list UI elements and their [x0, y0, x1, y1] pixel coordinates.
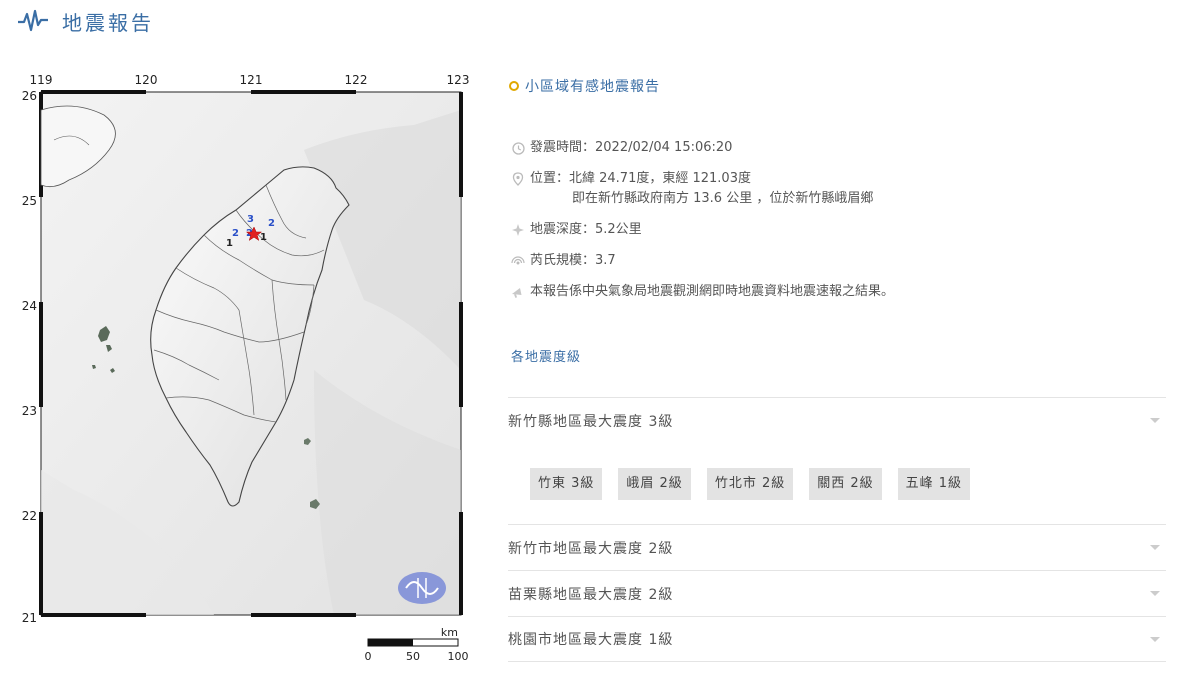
intensity-mark: 1 — [226, 238, 233, 249]
cwb-logo-icon — [398, 572, 446, 604]
report-time: 發震時間：2022/02/04 15:06:20 — [530, 140, 733, 155]
page-header: 地震報告 — [18, 6, 154, 36]
svg-text:100: 100 — [448, 650, 469, 663]
seismograph-icon — [18, 9, 48, 32]
depth-icon — [508, 220, 528, 240]
report-depth: 地震深度：5.2公里 — [530, 222, 642, 237]
lon-label: 120 — [135, 73, 158, 87]
town-intensity-chip: 關西 2級 — [809, 468, 882, 500]
report-note: 本報告係中央氣象局地震觀測網即時地震資料地震速報之結果。 — [530, 284, 895, 299]
town-intensity-chip: 竹北市 2級 — [706, 468, 794, 500]
town-intensity-chip: 竹東 3級 — [530, 468, 603, 500]
report-location: 位置：北緯 24.71度，東經 121.03度 — [530, 171, 751, 186]
earthquake-map: 3 2 2 1 2 1 119 120 121 122 123 26 25 24 — [14, 70, 474, 670]
status-dot-icon — [509, 81, 519, 91]
chevron-down-icon — [1150, 636, 1160, 642]
county-row-taoyuan[interactable]: 桃園市地區最大震度 1級 — [508, 616, 1166, 662]
clock-icon — [508, 138, 528, 158]
report-location-row: 位置：北緯 24.71度，東經 121.03度 即在新竹縣政府南方 13.6 公… — [508, 169, 1168, 209]
scale-bar: km 0 50 100 — [365, 626, 469, 663]
location-pin-icon — [508, 169, 528, 189]
lat-label: 26 — [22, 89, 37, 103]
intensity-mark: 2 — [268, 218, 275, 229]
megaphone-icon — [508, 282, 528, 302]
county-row-miaoli[interactable]: 苗栗縣地區最大震度 2級 — [508, 570, 1166, 616]
report-time-row: 發震時間：2022/02/04 15:06:20 — [508, 138, 1168, 158]
report-magnitude-row: 芮氏規模：3.7 — [508, 251, 1168, 271]
intensity-mark: 2 — [232, 228, 239, 239]
report-magnitude: 芮氏規模：3.7 — [530, 253, 616, 268]
lon-label: 121 — [240, 73, 263, 87]
report-location-detail: 即在新竹縣政府南方 13.6 公里 ，位於新竹縣峨眉鄉 — [572, 191, 874, 206]
report-info-panel: 小區域有感地震報告 發震時間：2022/02/04 15:06:20 位置：北緯… — [508, 74, 1168, 370]
chevron-down-icon — [1150, 591, 1160, 596]
intensity-mark: 1 — [260, 232, 267, 243]
lat-label: 25 — [22, 194, 37, 208]
town-intensity-chip: 五峰 1級 — [897, 468, 971, 500]
svg-text:50: 50 — [406, 650, 420, 663]
chevron-down-icon — [1150, 545, 1160, 550]
report-depth-row: 地震深度：5.2公里 — [508, 220, 1168, 240]
town-intensity-chip: 峨眉 2級 — [618, 468, 691, 500]
svg-text:km: km — [441, 626, 458, 639]
lon-label: 122 — [345, 73, 368, 87]
chevron-down-icon — [1150, 418, 1160, 423]
intensity-mark: 3 — [247, 214, 254, 225]
page-title: 地震報告 — [62, 10, 154, 35]
svg-text:0: 0 — [365, 650, 372, 663]
report-title: 小區域有感地震報告 — [508, 74, 1168, 98]
county-row-hsinchu-city[interactable]: 新竹市地區最大震度 2級 — [508, 524, 1166, 570]
lat-label: 22 — [22, 509, 37, 523]
lon-label: 119 — [30, 73, 53, 87]
town-intensity-list: 竹東 3級 峨眉 2級 竹北市 2級 關西 2級 五峰 1級 — [508, 444, 1166, 524]
lat-label: 21 — [22, 611, 37, 625]
intensity-section-title: 各地震度級 — [511, 350, 582, 365]
lat-label: 24 — [22, 299, 37, 313]
report-note-row: 本報告係中央氣象局地震觀測網即時地震資料地震速報之結果。 — [508, 282, 1168, 302]
county-row-hsinchu-county[interactable]: 新竹縣地區最大震度 3級 — [508, 397, 1166, 443]
lat-label: 23 — [22, 404, 37, 418]
signal-wave-icon — [508, 251, 528, 271]
lon-label: 123 — [447, 73, 470, 87]
